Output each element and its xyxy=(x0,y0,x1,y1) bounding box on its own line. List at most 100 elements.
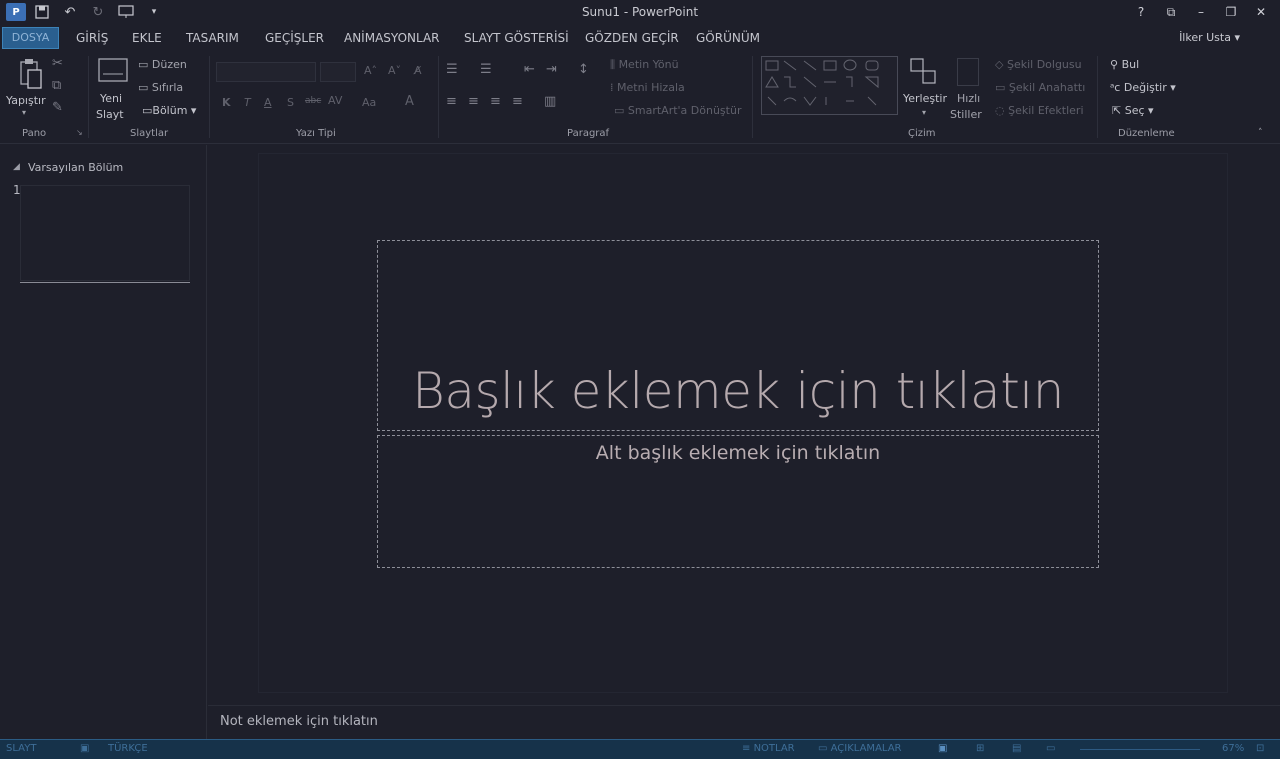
group-label-font: Yazı Tipi xyxy=(296,128,336,139)
tab-slideshow[interactable]: SLAYT GÖSTERİSİ xyxy=(464,28,569,50)
align-center-icon[interactable]: ≡ xyxy=(468,94,479,109)
decrease-font-size-icon[interactable]: A˅ xyxy=(388,64,401,77)
text-direction-button[interactable]: ⫼ Metin Yönü xyxy=(610,58,679,72)
subtitle-placeholder[interactable]: Alt başlık eklemek için tıklatın xyxy=(377,435,1099,568)
user-account[interactable]: İlker Usta ▾ xyxy=(1179,31,1240,44)
tab-animations[interactable]: ANİMASYONLAR xyxy=(344,28,440,50)
tab-view[interactable]: GÖRÜNÜM xyxy=(696,28,760,50)
notes-placeholder: Not eklemek için tıklatın xyxy=(220,714,378,729)
justify-icon[interactable]: ≡ xyxy=(512,94,523,109)
zoom-slider[interactable] xyxy=(1080,749,1200,750)
restore-icon[interactable]: ❐ xyxy=(1218,2,1244,22)
align-right-icon[interactable]: ≡ xyxy=(490,94,501,109)
binoculars-icon: ⚲ xyxy=(1110,58,1119,71)
paste-label: Yapıştır xyxy=(6,94,46,107)
decrease-indent-icon[interactable]: ⇤ xyxy=(524,62,535,77)
shape-fill-button[interactable]: ◇ Şekil Dolgusu xyxy=(995,58,1082,71)
shapes-gallery[interactable] xyxy=(761,56,898,115)
tab-transitions[interactable]: GEÇİŞLER xyxy=(265,28,324,50)
notes-pane[interactable]: Not eklemek için tıklatın xyxy=(208,705,1280,738)
character-spacing-icon[interactable]: AV xyxy=(328,94,342,107)
spellcheck-icon[interactable]: ▣ xyxy=(80,743,89,754)
layout-label: Düzen xyxy=(151,58,187,71)
reset-label: Sıfırla xyxy=(151,81,184,94)
tab-review[interactable]: GÖZDEN GEÇİR xyxy=(585,28,679,50)
tab-design[interactable]: TASARIM xyxy=(186,28,239,50)
line-spacing-icon[interactable]: ↕ xyxy=(578,62,589,77)
arrange-icon xyxy=(910,58,936,84)
italic-icon[interactable]: T xyxy=(244,96,251,109)
shadow-icon[interactable]: S xyxy=(287,96,294,109)
slide-thumbnails-pane: ◢ Varsayılan Bölüm 1 xyxy=(0,145,207,739)
numbering-icon[interactable]: ☰ xyxy=(480,62,492,77)
underline-icon[interactable]: A xyxy=(264,96,272,109)
cursor-icon: ⇱ xyxy=(1112,104,1122,117)
insertion-marker xyxy=(20,282,190,283)
collapse-ribbon-icon[interactable]: ˄ xyxy=(1258,128,1263,138)
select-button[interactable]: ⇱ Seç ▾ xyxy=(1112,104,1154,117)
find-button[interactable]: ⚲ Bul xyxy=(1110,58,1139,71)
shape-outline-button[interactable]: ▭ Şekil Anahattı xyxy=(995,81,1085,94)
format-painter-icon[interactable]: ✎ xyxy=(52,100,63,115)
tab-insert[interactable]: EKLE xyxy=(132,28,162,50)
bullets-icon[interactable]: ☰ xyxy=(446,62,458,77)
reading-view-icon[interactable]: ▤ xyxy=(1012,743,1021,754)
tab-file[interactable]: DOSYA xyxy=(2,27,59,49)
slideshow-view-icon[interactable]: ▭ xyxy=(1046,743,1055,754)
change-case-icon[interactable]: Aa xyxy=(362,96,376,109)
clear-formatting-icon[interactable]: A̸ xyxy=(414,64,422,77)
ribbon: Yapıştır ▾ ✂ ⧉ ✎ Pano ↘ Yeni Slayt ▭ Düz… xyxy=(0,50,1280,144)
section-title[interactable]: Varsayılan Bölüm xyxy=(28,161,123,174)
replace-label: Değiştir xyxy=(1123,81,1167,94)
bold-icon[interactable]: K xyxy=(222,96,231,109)
align-left-icon[interactable]: ≡ xyxy=(446,94,457,109)
smartart-button[interactable]: ▭ SmartArt'a Dönüştür xyxy=(614,104,741,117)
shape-outline-label: Şekil Anahattı xyxy=(1008,81,1086,94)
window-controls: ? ⧉ – ❐ ✕ xyxy=(1128,2,1274,22)
section-button[interactable]: ▭Bölüm ▾ xyxy=(142,104,196,117)
quick-styles-label-2: Stiller xyxy=(950,108,982,121)
strikethrough-icon[interactable]: abc xyxy=(305,96,321,106)
cut-icon[interactable]: ✂ xyxy=(52,56,63,71)
font-color-icon[interactable]: A xyxy=(405,94,414,109)
normal-view-icon[interactable]: ▣ xyxy=(938,743,947,754)
slide-sorter-icon[interactable]: ⊞ xyxy=(976,743,984,754)
group-label-editing: Düzenleme xyxy=(1118,128,1175,139)
increase-indent-icon[interactable]: ⇥ xyxy=(546,62,557,77)
group-label-drawing: Çizim xyxy=(908,128,936,139)
arrange-label: Yerleştir xyxy=(903,92,947,105)
new-slide-label-2: Slayt xyxy=(96,108,124,121)
paste-dropdown-icon: ▾ xyxy=(22,108,27,117)
select-label: Seç xyxy=(1124,104,1145,117)
notes-toggle-label: NOTLAR xyxy=(753,743,795,754)
comments-toggle[interactable]: ▭ AÇIKLAMALAR xyxy=(818,743,902,754)
font-name-field[interactable] xyxy=(216,62,316,82)
help-icon[interactable]: ? xyxy=(1128,2,1154,22)
ribbon-tabs: DOSYA GİRİŞ EKLE TASARIM GEÇİŞLER ANİMAS… xyxy=(0,26,1280,50)
fit-to-window-icon[interactable]: ⊡ xyxy=(1256,743,1264,754)
minimize-icon[interactable]: – xyxy=(1188,2,1214,22)
close-icon[interactable]: ✕ xyxy=(1248,2,1274,22)
tab-home[interactable]: GİRİŞ xyxy=(76,28,108,50)
reset-button[interactable]: ▭ Sıfırla xyxy=(138,81,183,94)
ribbon-display-options-icon[interactable]: ⧉ xyxy=(1158,2,1184,22)
zoom-level[interactable]: 67% xyxy=(1222,743,1244,754)
slide-thumbnail[interactable] xyxy=(20,185,190,281)
replace-icon: ᵃc xyxy=(1110,81,1121,94)
copy-icon[interactable]: ⧉ xyxy=(52,78,61,93)
clipboard-launcher-icon[interactable]: ↘ xyxy=(76,128,83,137)
increase-font-size-icon[interactable]: A˄ xyxy=(364,64,377,77)
language-indicator[interactable]: TÜRKÇE xyxy=(108,743,148,754)
shape-effects-button[interactable]: ◌ Şekil Efektleri xyxy=(995,104,1084,117)
font-size-field[interactable] xyxy=(320,62,356,82)
section-collapse-icon[interactable]: ◢ xyxy=(13,162,20,172)
title-placeholder[interactable]: Başlık eklemek için tıklatın xyxy=(377,240,1099,431)
replace-button[interactable]: ᵃc Değiştir ▾ xyxy=(1110,81,1176,94)
group-divider xyxy=(438,56,439,138)
shape-fill-label: Şekil Dolgusu xyxy=(1006,58,1082,71)
notes-toggle[interactable]: ≡ NOTLAR xyxy=(742,743,795,754)
group-divider xyxy=(209,56,210,138)
align-text-button[interactable]: ⁞ Metni Hizala xyxy=(610,81,685,94)
columns-icon[interactable]: ▥ xyxy=(544,94,556,109)
layout-button[interactable]: ▭ Düzen xyxy=(138,58,187,71)
